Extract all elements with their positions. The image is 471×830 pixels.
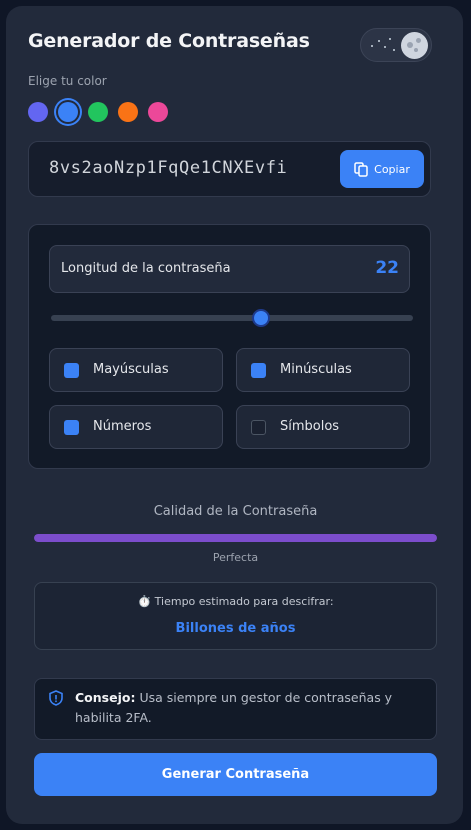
password-display: 8vs2aoNzp1FqQe1CNXEvfi Copiar [28, 141, 431, 197]
quality-bar [34, 534, 437, 542]
symbols-checkbox[interactable] [251, 420, 266, 435]
copy-button[interactable]: Copiar [340, 150, 424, 188]
symbols-label: Símbolos [280, 419, 340, 434]
password-text: 8vs2aoNzp1FqQe1CNXEvfi [49, 158, 288, 178]
copy-icon [354, 161, 368, 177]
options-panel: Longitud de la contraseña 22 Mayúsculas … [28, 224, 431, 469]
length-value: 22 [375, 258, 399, 278]
quality-level: Perfecta [212, 551, 259, 564]
color-picker-label: Elige tu color [28, 74, 107, 88]
tip-text: Consejo: Usa siempre un gestor de contra… [75, 688, 420, 728]
option-symbols[interactable]: Símbolos [236, 405, 410, 449]
color-swatch[interactable] [28, 102, 48, 122]
option-lowercase[interactable]: Minúsculas [236, 348, 410, 392]
generate-button[interactable]: Generar Contraseña [34, 753, 437, 796]
color-swatch[interactable] [88, 102, 108, 122]
stars-icon [369, 37, 395, 55]
lowercase-checkbox[interactable] [251, 363, 266, 378]
length-slider[interactable] [51, 309, 413, 327]
uppercase-checkbox[interactable] [64, 363, 79, 378]
color-swatches [28, 100, 168, 124]
length-row: Longitud de la contraseña 22 [49, 245, 410, 293]
slider-handle[interactable] [251, 309, 270, 327]
numbers-label: Números [93, 419, 152, 434]
length-label: Longitud de la contraseña [61, 261, 231, 276]
quality-title: Calidad de la Contraseña [153, 504, 318, 519]
tip-label: Consejo: [75, 690, 136, 705]
shield-icon [49, 690, 63, 706]
color-swatch[interactable] [148, 102, 168, 122]
copy-label: Copiar [374, 162, 410, 176]
color-swatch[interactable] [58, 102, 78, 122]
option-numbers[interactable]: Números [49, 405, 223, 449]
moon-icon [401, 32, 428, 59]
page-title: Generador de Contraseñas [28, 30, 310, 52]
crack-time-box: ⏱️ Tiempo estimado para descifrar: Billo… [34, 582, 437, 650]
crack-time-label: ⏱️ Tiempo estimado para descifrar: [137, 595, 334, 608]
option-uppercase[interactable]: Mayúsculas [49, 348, 223, 392]
theme-toggle[interactable] [360, 28, 432, 62]
lowercase-label: Minúsculas [280, 362, 352, 377]
crack-time-value: Billones de años [175, 621, 296, 636]
uppercase-label: Mayúsculas [93, 362, 169, 377]
color-swatch[interactable] [118, 102, 138, 122]
quality-bar-fill [34, 534, 437, 542]
tip-box: Consejo: Usa siempre un gestor de contra… [34, 678, 437, 740]
numbers-checkbox[interactable] [64, 420, 79, 435]
